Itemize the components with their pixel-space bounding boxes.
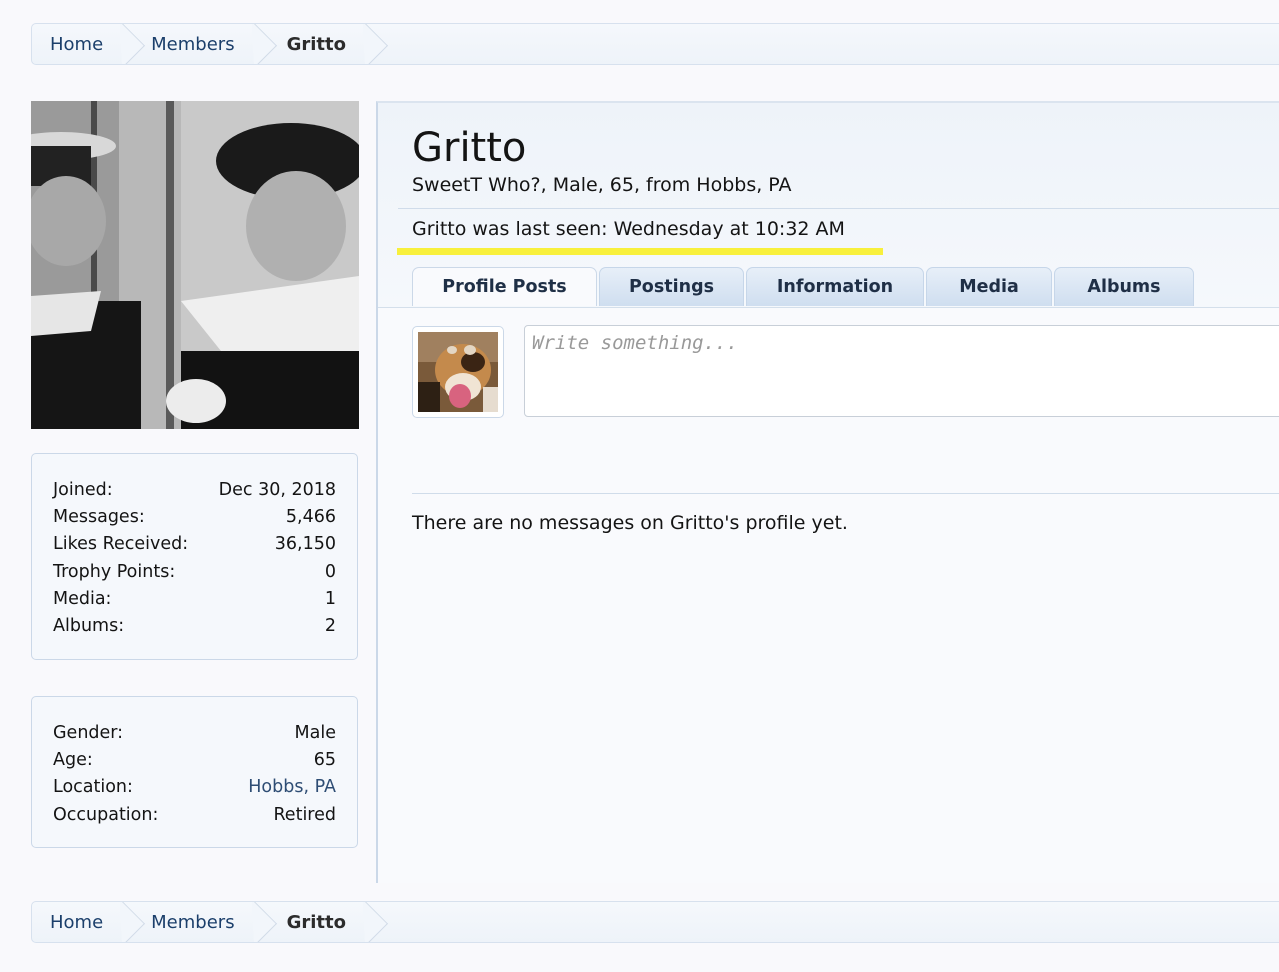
stat-albums: Albums: 2 — [53, 616, 336, 637]
member-stats: Joined: Dec 30, 2018 Messages: 5,466 Likes… — [31, 453, 358, 660]
dog-photo — [418, 332, 498, 412]
breadcrumb-current[interactable]: Gritto — [257, 24, 368, 64]
tab-information[interactable]: Information — [746, 267, 924, 306]
profile-name: Gritto — [412, 125, 527, 171]
profile-post-input[interactable]: Write something... — [524, 325, 1279, 417]
empty-messages-notice: There are no messages on Gritto's profil… — [412, 512, 848, 534]
stat-messages: Messages: 5,466 — [53, 506, 336, 527]
profile-tabs: Profile Posts Postings Information Media… — [412, 267, 1196, 306]
tab-albums[interactable]: Albums — [1054, 267, 1194, 306]
about-age: Age: 65 — [53, 749, 336, 770]
stat-media: Media: 1 — [53, 588, 336, 609]
visitor-avatar[interactable] — [412, 326, 504, 418]
member-about: Gender: Male Age: 65 Location: Hobbs, PA Oc… — [31, 696, 358, 848]
about-occupation: Occupation: Retired — [53, 804, 336, 825]
profile-main: Gritto SweetT Who?, Male, 65, from Hobbs… — [376, 101, 1279, 883]
highlight-underline — [397, 248, 883, 255]
stat-likes: Likes Received: 36,150 — [53, 534, 336, 555]
breadcrumb-home[interactable]: Home — [32, 24, 125, 64]
tab-media[interactable]: Media — [926, 267, 1052, 306]
breadcrumb-members[interactable]: Members — [125, 902, 256, 942]
about-gender: Gender: Male — [53, 722, 336, 743]
breadcrumb-members[interactable]: Members — [125, 24, 256, 64]
breadcrumb: Home Members Gritto — [31, 23, 1279, 65]
location-link[interactable]: Hobbs, PA — [248, 777, 336, 797]
breadcrumb-bottom: Home Members Gritto — [31, 901, 1279, 943]
about-location: Location: Hobbs, PA — [53, 777, 336, 798]
divider — [412, 493, 1279, 494]
stat-joined: Joined: Dec 30, 2018 — [53, 479, 336, 500]
tab-profile-posts[interactable]: Profile Posts — [412, 267, 597, 306]
profile-avatar[interactable] — [31, 101, 359, 429]
profile-tagline: SweetT Who?, Male, 65, from Hobbs, PA — [412, 174, 792, 196]
profile-photo — [31, 101, 359, 429]
breadcrumb-home[interactable]: Home — [32, 902, 125, 942]
breadcrumb-current[interactable]: Gritto — [257, 902, 368, 942]
last-seen: Gritto was last seen: Wednesday at 10:32… — [412, 218, 845, 240]
tab-postings[interactable]: Postings — [599, 267, 744, 306]
stat-trophy: Trophy Points: 0 — [53, 561, 336, 582]
divider — [398, 208, 1279, 209]
